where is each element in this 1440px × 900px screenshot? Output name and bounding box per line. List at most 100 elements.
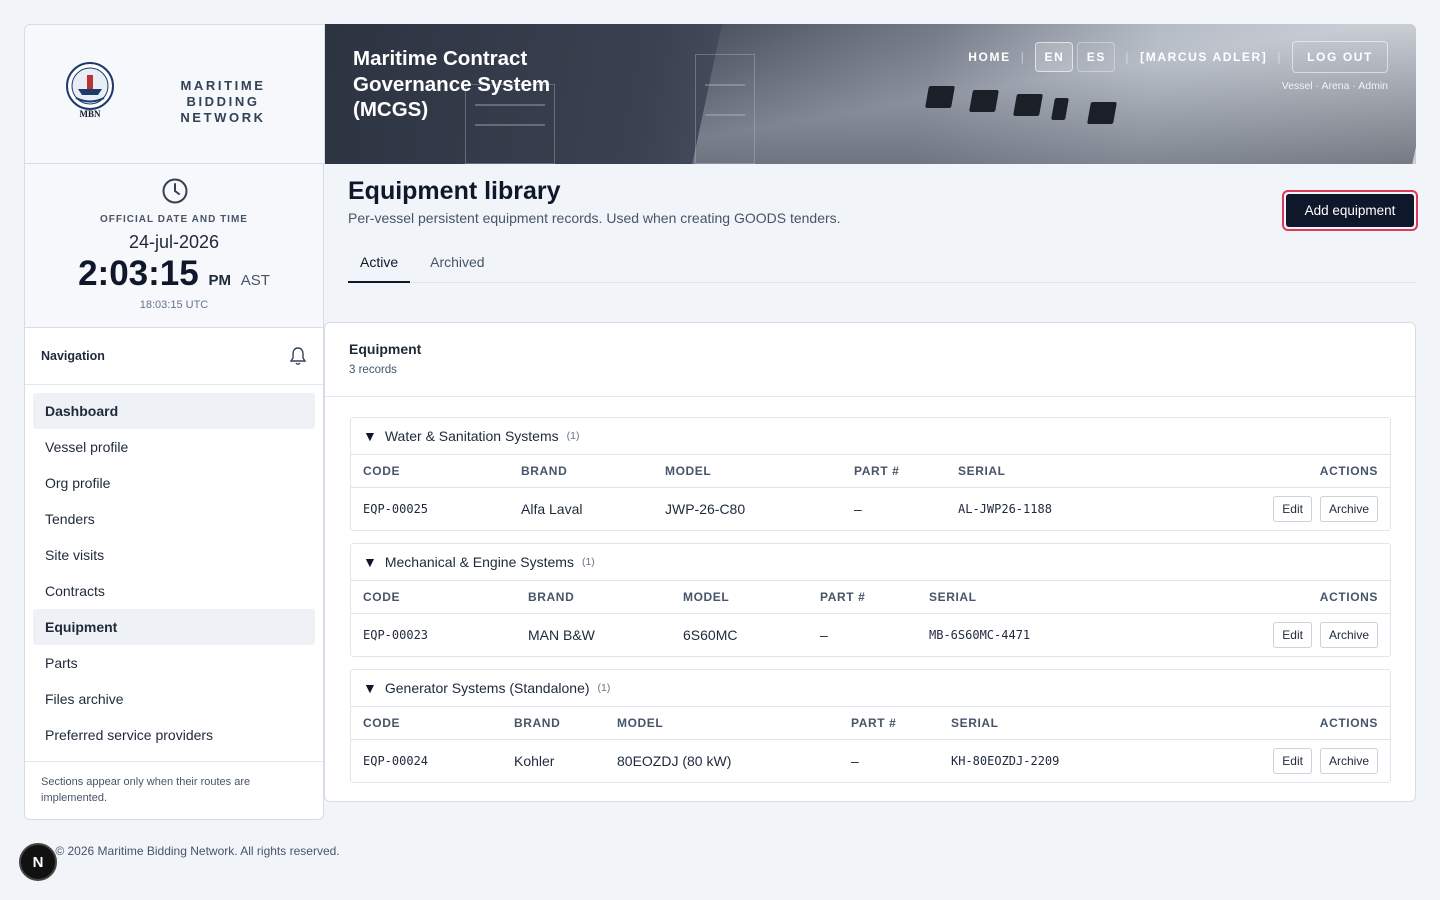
group-name: Mechanical & Engine Systems [384, 554, 574, 570]
sidebar-item-org-profile[interactable]: Org profile [33, 465, 315, 501]
equipment-group: ▼ Water & Sanitation Systems (1) CODE BR… [350, 417, 1391, 531]
sidebar-item-site-visits[interactable]: Site visits [33, 537, 315, 573]
nav-note: Sections appear only when their routes a… [41, 776, 251, 804]
group-count: (1) [581, 556, 595, 568]
sidebar-item-dashboard[interactable]: Dashboard [33, 393, 315, 429]
user-name: [MARCUS ADLER] [1140, 50, 1268, 64]
cell-model: 80EOZDJ (80 kW) [617, 753, 732, 769]
group-count: (1) [597, 682, 611, 694]
card-header: Equipment 3 records [325, 323, 1415, 397]
sidebar-item-preferred-service-providers[interactable]: Preferred service providers [33, 717, 315, 753]
group-header[interactable]: ▼ Generator Systems (Standalone) (1) [351, 670, 1390, 707]
brand-name: MARITIME BIDDING NETWORK [180, 78, 266, 125]
col-brand: BRAND [521, 464, 568, 478]
table-header: CODE BRAND MODEL PART # SERIAL ACTIONS [351, 707, 1390, 740]
tab-active[interactable]: Active [348, 248, 411, 283]
group-header[interactable]: ▼ Water & Sanitation Systems (1) [351, 418, 1390, 455]
archive-button[interactable]: Archive [1319, 748, 1378, 774]
page-title: Equipment library [348, 177, 561, 205]
col-actions: ACTIONS [1319, 590, 1378, 604]
col-code: CODE [363, 590, 401, 604]
tab-archived[interactable]: Archived [418, 248, 496, 282]
table-row: EQP-00024 Kohler 80EOZDJ (80 kW) – KH-80… [351, 740, 1390, 782]
clock-label: OFFICIAL DATE AND TIME [100, 214, 248, 225]
clock-date: 24-jul-2026 [128, 232, 220, 252]
lang-es-button[interactable]: ES [1077, 42, 1116, 72]
clock-time-row: 2:03:15 PM AST [25, 254, 323, 294]
brand-panel: MBN MARITIME BIDDING NETWORK [24, 24, 325, 164]
group-header[interactable]: ▼ Mechanical & Engine Systems (1) [351, 544, 1390, 581]
col-brand: BRAND [514, 716, 561, 730]
cell-part: – [851, 753, 859, 769]
cell-brand: Alfa Laval [521, 501, 583, 517]
archive-button[interactable]: Archive [1319, 496, 1378, 522]
logo-text: MBN [80, 109, 101, 119]
table-header: CODE BRAND MODEL PART # SERIAL ACTIONS [351, 455, 1390, 488]
collapse-triangle-icon[interactable]: ▼ [363, 680, 377, 696]
add-equipment-button[interactable]: Add equipment [1282, 190, 1418, 231]
equipment-group: ▼ Generator Systems (Standalone) (1) COD… [350, 669, 1391, 783]
cell-code: EQP-00024 [363, 754, 429, 768]
group-name: Generator Systems (Standalone) [384, 680, 590, 696]
logout-button[interactable]: LOG OUT [1292, 41, 1388, 73]
col-part: PART # [820, 590, 866, 604]
add-equipment-label: Add equipment [1286, 194, 1414, 227]
archive-button[interactable]: Archive [1319, 622, 1378, 648]
sidebar-item-contracts[interactable]: Contracts [33, 573, 315, 609]
col-model: MODEL [665, 464, 712, 478]
nav-title: Navigation [41, 349, 105, 363]
cell-part: – [820, 627, 828, 643]
sidebar-item-files-archive[interactable]: Files archive [33, 681, 315, 717]
nav-list: Dashboard Vessel profile Org profile Ten… [25, 385, 323, 762]
cell-serial: MB-6S60MC-4471 [929, 628, 1031, 642]
collapse-triangle-icon[interactable]: ▼ [363, 554, 377, 570]
group-count: (1) [566, 430, 580, 442]
sidebar-item-parts[interactable]: Parts [33, 645, 315, 681]
col-serial: SERIAL [951, 716, 999, 730]
clock-icon [162, 178, 188, 204]
cell-serial: KH-80EOZDJ-2209 [951, 754, 1060, 768]
col-part: PART # [854, 464, 900, 478]
cell-model: JWP-26-C80 [665, 501, 746, 517]
cell-serial: AL-JWP26-1188 [958, 502, 1052, 516]
col-serial: SERIAL [958, 464, 1006, 478]
col-brand: BRAND [528, 590, 575, 604]
table-row: EQP-00025 Alfa Laval JWP-26-C80 – AL-JWP… [351, 488, 1390, 530]
lang-en-button[interactable]: EN [1035, 42, 1074, 72]
col-code: CODE [363, 716, 401, 730]
footer-copyright: · © 2026 Maritime Bidding Network. All r… [48, 844, 340, 858]
edit-button[interactable]: Edit [1273, 496, 1312, 522]
cell-brand: Kohler [514, 753, 555, 769]
table-row: EQP-00023 MAN B&W 6S60MC – MB-6S60MC-447… [351, 614, 1390, 656]
header-banner: Maritime Contract Governance System (MCG… [325, 24, 1416, 164]
col-actions: ACTIONS [1319, 716, 1378, 730]
page-subtitle: Per-vessel persistent equipment records.… [348, 210, 841, 226]
edit-button[interactable]: Edit [1273, 622, 1312, 648]
mbn-logo[interactable]: MBN [65, 61, 115, 119]
bell-icon[interactable] [289, 346, 307, 366]
table-header: CODE BRAND MODEL PART # SERIAL ACTIONS [351, 581, 1390, 614]
col-actions: ACTIONS [1319, 464, 1378, 478]
sidebar-item-vessel-profile[interactable]: Vessel profile [33, 429, 315, 465]
cell-code: EQP-00025 [363, 502, 429, 516]
col-model: MODEL [617, 716, 664, 730]
card-title: Equipment [349, 341, 422, 357]
home-link[interactable]: HOME [968, 50, 1010, 64]
dev-tools-badge[interactable]: N [19, 843, 57, 881]
clock-utc: 18:03:15 UTC [139, 299, 209, 311]
group-name: Water & Sanitation Systems [384, 428, 559, 444]
top-nav: HOME | EN ES | [MARCUS ADLER] | LOG OUT [968, 41, 1388, 73]
equipment-group: ▼ Mechanical & Engine Systems (1) CODE B… [350, 543, 1391, 657]
sidebar-item-equipment[interactable]: Equipment [33, 609, 315, 645]
clock-ampm: PM [208, 272, 231, 289]
collapse-triangle-icon[interactable]: ▼ [363, 428, 377, 444]
record-count: 3 records [349, 364, 397, 376]
app-title: Maritime Contract Governance System (MCG… [353, 47, 551, 121]
cell-model: 6S60MC [683, 627, 738, 643]
sidebar-item-tenders[interactable]: Tenders [33, 501, 315, 537]
status-tabs: Active Archived [348, 248, 1416, 283]
cell-brand: MAN B&W [528, 627, 595, 643]
col-model: MODEL [683, 590, 730, 604]
edit-button[interactable]: Edit [1273, 748, 1312, 774]
nav-header: Navigation [25, 328, 323, 385]
